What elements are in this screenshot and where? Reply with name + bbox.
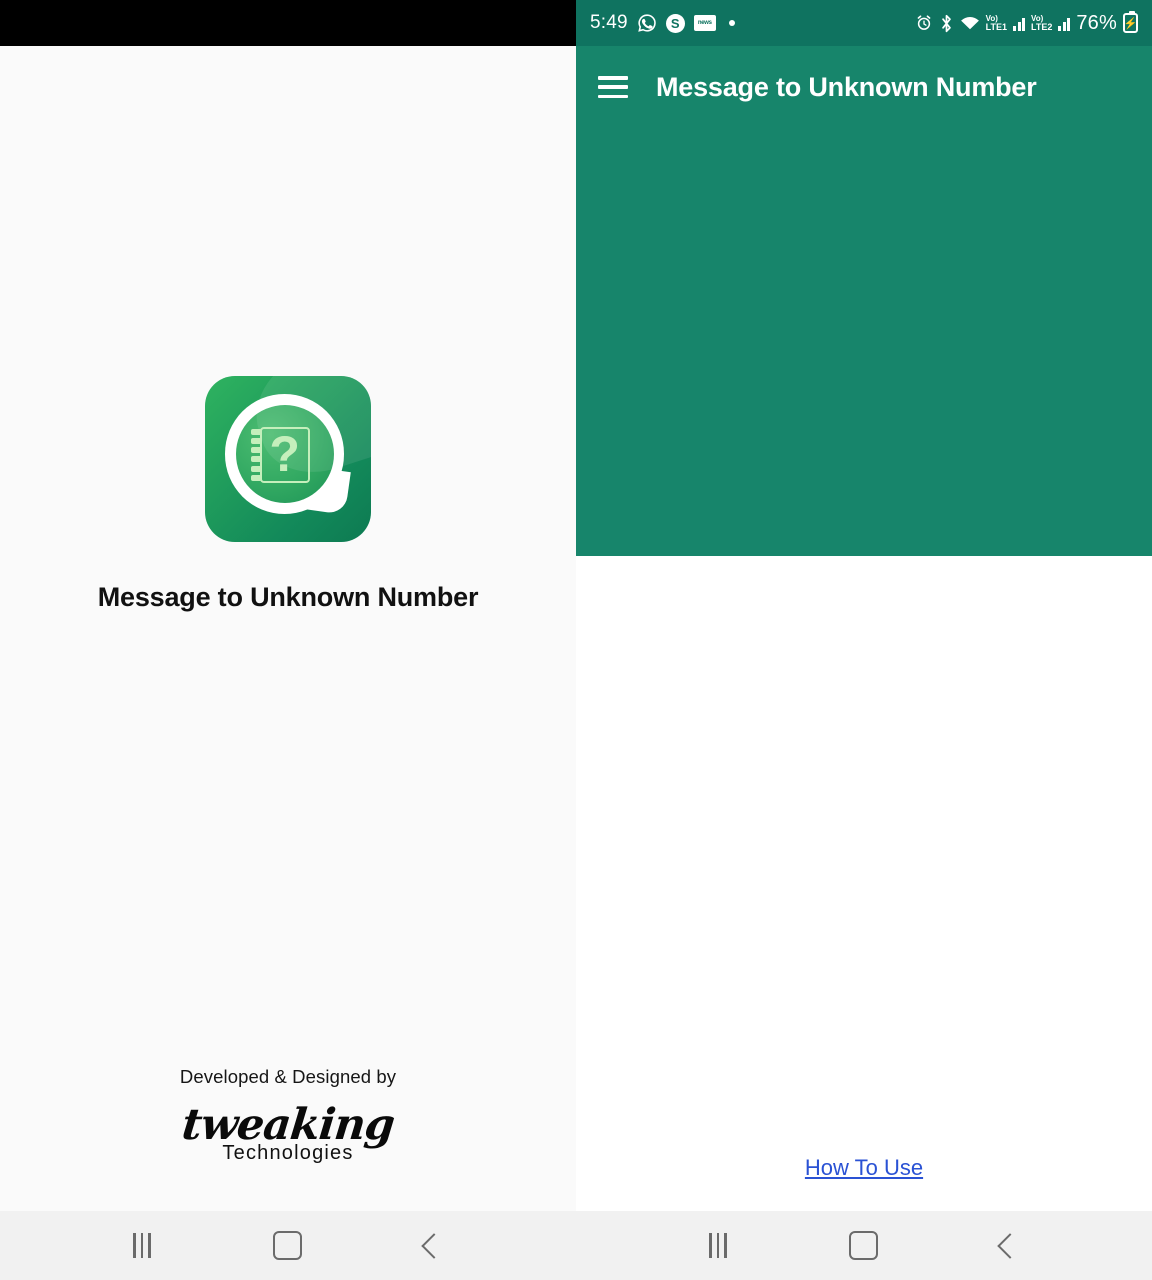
charging-bolt-glyph: ⚡ — [1123, 17, 1138, 30]
bluetooth-icon — [939, 14, 954, 33]
whatsapp-icon — [637, 13, 657, 33]
battery-charging-icon: ⚡ — [1123, 11, 1138, 33]
recents-button[interactable] — [709, 1233, 727, 1258]
home-button[interactable] — [273, 1231, 303, 1260]
splash-footer: Developed & Designed by tweaking Technol… — [0, 1066, 576, 1163]
statusbar-right-group: Vo) LTE1 Vo) LTE2 76% ⚡ — [915, 11, 1138, 35]
android-navbar-right — [576, 1211, 1152, 1280]
screenshot-root: ? Message to Unknown Number Developed & … — [0, 0, 1152, 1280]
app-icon-large: ? — [205, 376, 371, 542]
brand-script-text: tweaking — [179, 1100, 397, 1150]
question-mark-glyph: ? — [269, 425, 300, 482]
wifi-icon — [960, 15, 980, 32]
sim2-signal-bars-icon — [1058, 16, 1071, 31]
app-toolbar-title: Message to Unknown Number — [656, 71, 1037, 102]
statusbar-clock: 5:49 — [590, 12, 628, 33]
back-button[interactable] — [421, 1232, 447, 1259]
app-toolbar: Message to Unknown Number — [576, 46, 1152, 128]
address-book-icon: ? — [259, 425, 310, 484]
back-button[interactable] — [997, 1232, 1023, 1259]
sim2-network-label: Vo) LTE2 — [1031, 15, 1052, 31]
splash-screen-pane: ? Message to Unknown Number Developed & … — [0, 0, 576, 1280]
app-screen-pane: 5:49 S news Vo) LTE1 Vo) LTE2 76% ⚡ Mess… — [576, 0, 1152, 1280]
dot-icon — [728, 20, 735, 26]
alarm-icon — [915, 14, 933, 32]
android-navbar-left — [0, 1211, 576, 1280]
android-statusbar: 5:49 S news Vo) LTE1 Vo) LTE2 76% ⚡ — [576, 0, 1152, 46]
how-to-use-link[interactable]: How To Use — [805, 1155, 923, 1180]
sim1-network-label: Vo) LTE1 — [986, 15, 1007, 31]
tweaking-technologies-logo: tweaking Technologies — [0, 1100, 576, 1163]
splash-statusbar — [0, 0, 576, 46]
how-to-use-wrap: How To Use — [576, 1155, 1152, 1181]
skype-icon: S — [665, 13, 685, 33]
sim1-signal-bars-icon — [1013, 16, 1026, 31]
splash-center-block: ? Message to Unknown Number — [0, 376, 576, 613]
splash-body: ? Message to Unknown Number Developed & … — [0, 46, 576, 1211]
developed-by-label: Developed & Designed by — [179, 1066, 397, 1087]
home-button[interactable] — [849, 1231, 879, 1260]
battery-percent-label: 76% — [1076, 11, 1117, 34]
sim1-lte-label: LTE1 — [985, 21, 1008, 32]
sim2-lte-label: LTE2 — [1031, 21, 1053, 32]
notification-badge-icon: news — [693, 15, 716, 31]
recents-button[interactable] — [133, 1233, 151, 1258]
splash-app-title: Message to Unknown Number — [97, 582, 479, 612]
hamburger-menu-icon[interactable] — [598, 76, 628, 98]
statusbar-left-group: 5:49 S news — [590, 12, 735, 34]
